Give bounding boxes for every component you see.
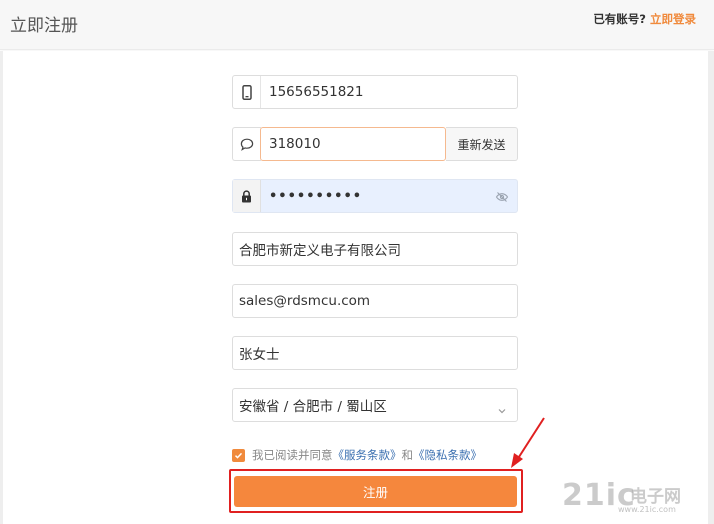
privacy-link[interactable]: 《隐私条款》 <box>413 447 482 463</box>
name-input[interactable]: 张女士 <box>233 343 280 363</box>
login-prompt: 已有账号? 立即登录 <box>593 11 696 27</box>
chevron-down-icon <box>497 401 507 414</box>
terms-link[interactable]: 《服务条款》 <box>333 447 402 463</box>
login-link[interactable]: 立即登录 <box>650 12 696 26</box>
page-header: 立即注册 已有账号? 立即登录 <box>0 0 714 50</box>
page-title: 立即注册 <box>10 16 78 36</box>
eye-off-icon[interactable] <box>495 189 509 203</box>
company-input[interactable]: 合肥市新定义电子有限公司 <box>233 239 401 259</box>
name-field[interactable]: 张女士 <box>232 336 518 370</box>
verification-code-input[interactable]: 318010 <box>260 127 446 161</box>
email-field[interactable]: sales@rdsmcu.com <box>232 284 518 318</box>
right-shade <box>708 51 714 524</box>
company-field[interactable]: 合肥市新定义电子有限公司 <box>232 232 518 266</box>
phone-input[interactable]: 15656551821 <box>261 84 363 100</box>
password-field[interactable]: •••••••••• <box>232 179 518 213</box>
resend-code-button[interactable]: 重新发送 <box>446 127 518 161</box>
region-value[interactable]: 安徽省 / 合肥市 / 蜀山区 <box>233 395 387 415</box>
phone-icon <box>233 76 261 108</box>
email-input[interactable]: sales@rdsmcu.com <box>233 293 370 309</box>
lock-icon <box>233 180 261 212</box>
annotation-arrow <box>511 417 545 468</box>
verification-code-value[interactable]: 318010 <box>261 136 321 152</box>
agreement-and: 和 <box>401 448 414 462</box>
left-shade <box>0 51 3 524</box>
password-input[interactable]: •••••••••• <box>261 189 362 204</box>
phone-field[interactable]: 15656551821 <box>232 75 518 109</box>
check-icon <box>234 452 243 459</box>
agreement-checkbox[interactable] <box>232 448 245 462</box>
annotation-highlight-box <box>229 469 523 513</box>
watermark-url: www.21ic.com <box>618 505 676 514</box>
agreement-prefix: 我已阅读并同意 <box>252 448 333 462</box>
agreement-row: 我已阅读并同意 《服务条款》 和 《隐私条款》 <box>232 446 482 464</box>
has-account-text: 已有账号? <box>593 12 646 26</box>
region-select[interactable]: 安徽省 / 合肥市 / 蜀山区 <box>232 388 518 422</box>
chat-bubble-icon <box>232 127 261 161</box>
watermark-cn: 电子网 <box>630 487 681 507</box>
